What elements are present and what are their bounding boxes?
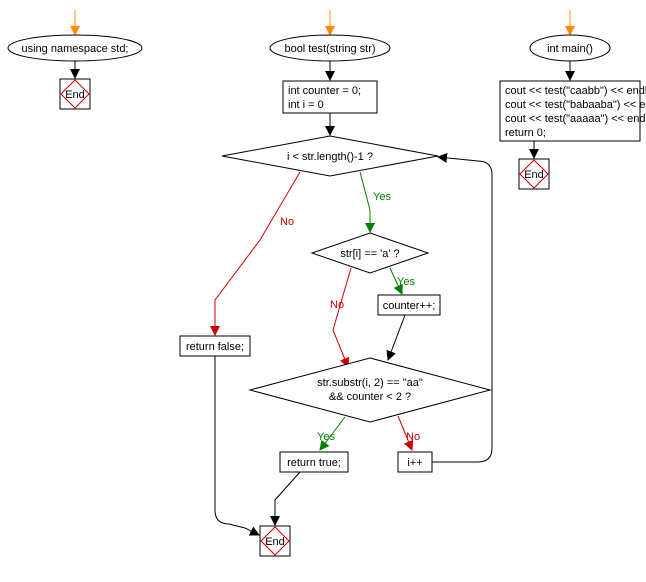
flowchart-2: bool test(string str) int counter = 0; i… (180, 10, 492, 556)
flowchart-3: int main() cout << test("caabb") << endl… (500, 10, 646, 189)
edge (215, 356, 259, 535)
node-int-main-text: int main() (547, 43, 593, 55)
node-return-true-text: return true; (287, 457, 341, 469)
flowchart-1: using namespace std; End (8, 10, 142, 109)
cond-substr-l2: && counter < 2 ? (329, 391, 411, 403)
node-init-l2: int i = 0 (288, 99, 324, 111)
main-l4: return 0; (505, 127, 546, 139)
main-l2: cout << test("babaaba") << endl; (505, 99, 646, 111)
edge (275, 472, 300, 525)
node-return-false-text: return false; (186, 341, 244, 353)
end-node-3: End (519, 159, 549, 189)
label-yes: Yes (373, 191, 391, 203)
label-yes: Yes (397, 276, 415, 288)
end-label: End (65, 89, 85, 101)
end-node-1: End (60, 79, 90, 109)
edge-no (215, 172, 300, 335)
label-no: No (280, 216, 294, 228)
end-label: End (524, 169, 544, 181)
node-init-l1: int counter = 0; (288, 85, 361, 97)
label-no: No (330, 299, 344, 311)
edge-no (333, 268, 351, 367)
node-using-namespace-text: using namespace std; (21, 43, 128, 55)
cond-substr-l1: str.substr(i, 2) == "aa" (317, 377, 423, 389)
end-label: End (265, 536, 285, 548)
node-counter-inc-text: counter++; (383, 300, 436, 312)
main-l1: cout << test("caabb") << endl; (505, 85, 646, 97)
node-i-inc-text: i++ (407, 457, 422, 469)
node-bool-test-text: bool test(string str) (284, 43, 375, 55)
cond-substr (250, 358, 490, 422)
cond-loop-text: i < str.length()-1 ? (287, 151, 373, 163)
edge (388, 315, 405, 360)
label-yes: Yes (317, 431, 335, 443)
edge-loopback (432, 157, 492, 462)
main-l3: cout << test("aaaaa") << endl; (505, 113, 646, 125)
edge-yes (360, 172, 370, 232)
end-node-2: End (260, 526, 290, 556)
label-no: No (406, 431, 420, 443)
cond-char-a-text: str[i] == 'a' ? (340, 248, 399, 260)
